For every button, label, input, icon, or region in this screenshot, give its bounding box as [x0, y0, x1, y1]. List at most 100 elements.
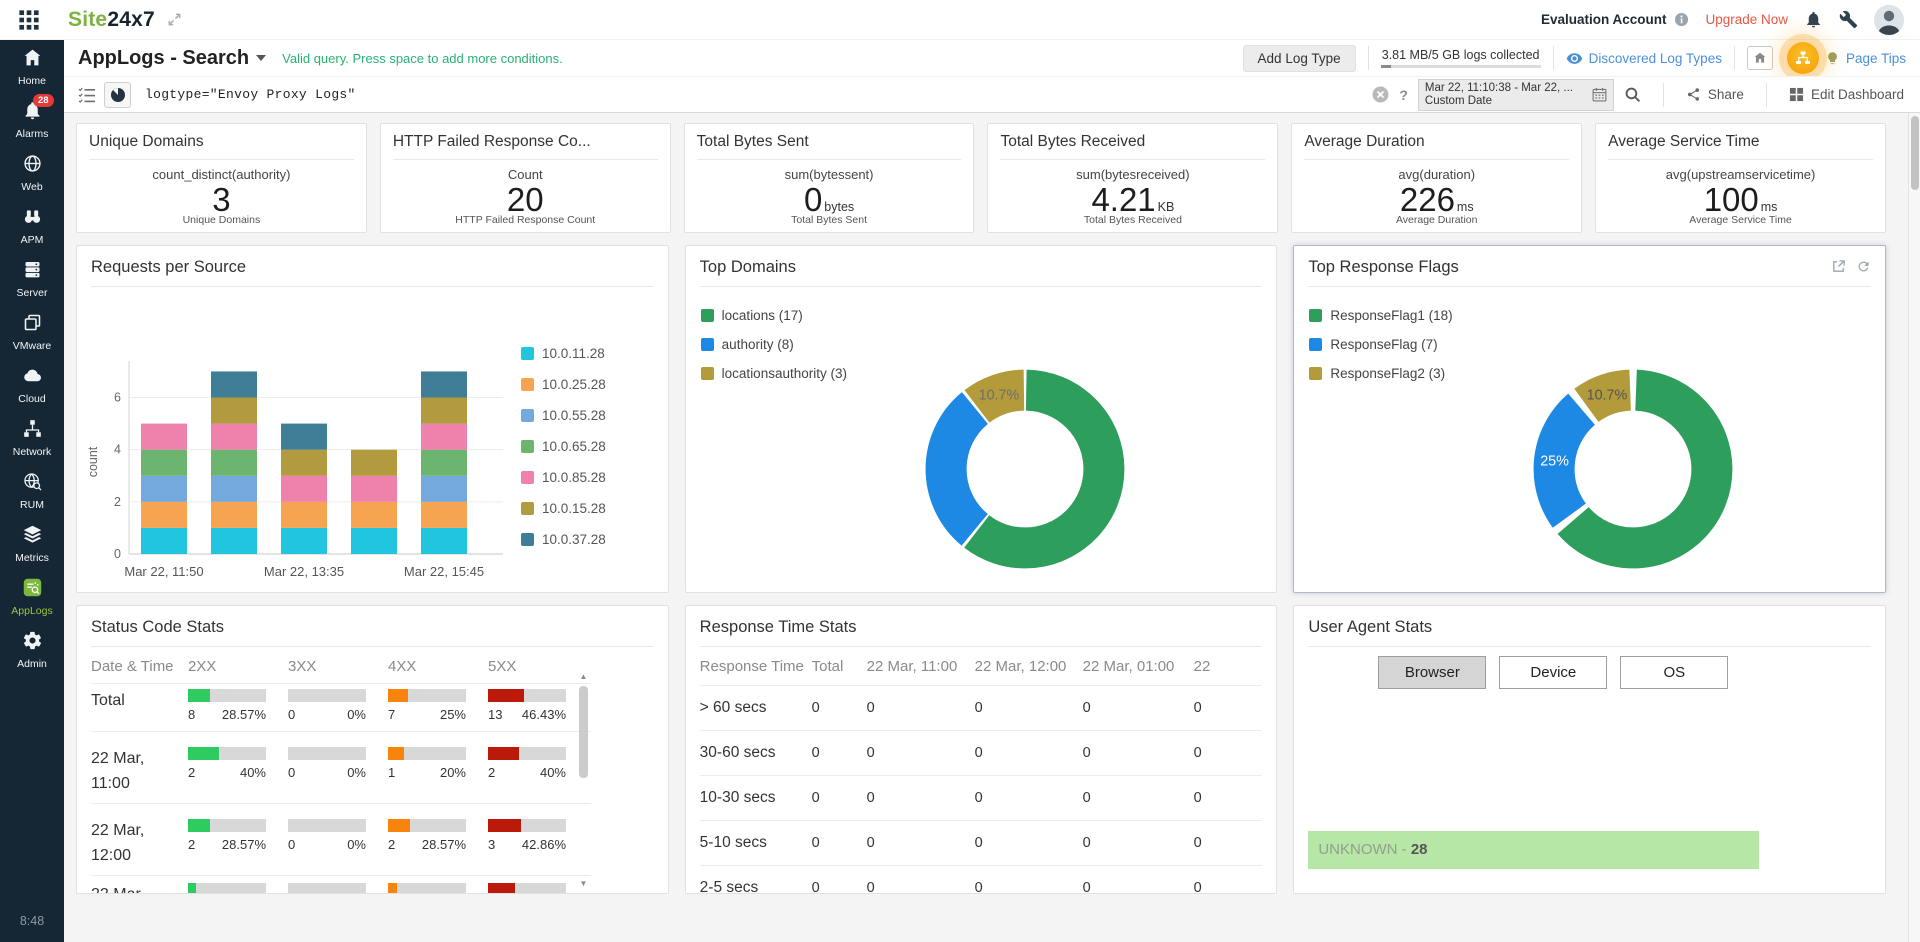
refresh-icon[interactable]	[1856, 259, 1871, 274]
sidebar-item-web[interactable]: Web	[0, 146, 64, 199]
sidebar-item-metrics[interactable]: Metrics	[0, 517, 64, 570]
legend-item-10.0.15.28[interactable]: 10.0.15.28	[521, 501, 606, 516]
site24x7-logo[interactable]: Site24x7	[68, 8, 155, 32]
scroll-down-icon[interactable]: ▼	[576, 879, 591, 889]
stat-card-average-service-time[interactable]: Average Service Timeavg(upstreamservicet…	[1595, 123, 1886, 233]
top-domains-card[interactable]: Top Domains locations (17)authority (8)l…	[685, 245, 1278, 593]
bar-segment-10.0.25.28[interactable]	[351, 502, 397, 528]
sidebar-item-server[interactable]: Server	[0, 252, 64, 305]
bar-segment-10.0.25.28[interactable]	[421, 502, 467, 528]
legend-item-10.0.55.28[interactable]: 10.0.55.28	[521, 408, 606, 423]
legend-item-10.0.25.28[interactable]: 10.0.25.28	[521, 377, 606, 392]
bar-segment-10.0.11.28[interactable]	[351, 528, 397, 554]
top-domains-donut[interactable]: 10.7%	[902, 346, 1148, 592]
legend-item-ResponseFlag[interactable]: ResponseFlag (7)	[1309, 337, 1452, 352]
top-response-flags-card[interactable]: Top Response Flags ResponseFlag1 (18)Res…	[1293, 245, 1886, 593]
legend-item-10.0.85.28[interactable]: 10.0.85.28	[521, 470, 606, 485]
legend-item-ResponseFlag1[interactable]: ResponseFlag1 (18)	[1309, 308, 1452, 323]
scroll-up-icon[interactable]: ▲	[576, 672, 591, 682]
search-icon[interactable]	[1624, 86, 1641, 103]
bar-segment-10.0.15.28[interactable]	[351, 450, 397, 476]
bar-segment-10.0.15.28[interactable]	[421, 398, 467, 424]
chart-view-button[interactable]	[104, 82, 131, 108]
legend-item-10.0.11.28[interactable]: 10.0.11.28	[521, 346, 606, 361]
edit-dashboard-button[interactable]: Edit Dashboard	[1789, 87, 1904, 102]
bar-segment-10.0.37.28[interactable]	[211, 371, 257, 397]
bar-segment-10.0.55.28[interactable]	[211, 476, 257, 502]
dashboard-home-button[interactable]	[1747, 46, 1773, 70]
bar-segment-10.0.11.28[interactable]	[281, 528, 327, 554]
add-log-type-button[interactable]: Add Log Type	[1243, 45, 1356, 72]
response-time-stats-card[interactable]: Response Time Stats Response TimeTotal22…	[685, 605, 1278, 894]
top-response-flags-donut[interactable]: 25%10.7%	[1510, 346, 1756, 592]
stat-card-total-bytes-sent[interactable]: Total Bytes Sentsum(bytessent)0bytesTota…	[684, 123, 975, 233]
ua-tab-os[interactable]: OS	[1620, 656, 1728, 689]
export-icon[interactable]	[1831, 259, 1846, 274]
sidebar-item-apm[interactable]: APM	[0, 199, 64, 252]
stat-card-http-failed-response-count[interactable]: HTTP Failed Response Co...Count20HTTP Fa…	[380, 123, 671, 233]
bar-segment-10.0.11.28[interactable]	[211, 528, 257, 554]
legend-item-10.0.37.28[interactable]: 10.0.37.28	[521, 532, 606, 547]
ua-tab-device[interactable]: Device	[1499, 656, 1607, 689]
bar-segment-10.0.85.28[interactable]	[281, 476, 327, 502]
requests-per-source-card[interactable]: Requests per Source 0246countMar 22, 11:…	[76, 245, 669, 593]
bar-segment-10.0.11.28[interactable]	[421, 528, 467, 554]
tools-wrench-icon[interactable]	[1839, 10, 1858, 29]
legend-item-locationsauthority[interactable]: locationsauthority (3)	[701, 366, 847, 381]
bar-segment-10.0.11.28[interactable]	[141, 528, 187, 554]
sidebar-item-home[interactable]: Home	[0, 40, 64, 93]
bar-segment-10.0.25.28[interactable]	[281, 502, 327, 528]
bar-segment-10.0.85.28[interactable]	[421, 424, 467, 450]
sidebar-item-network[interactable]: Network	[0, 411, 64, 464]
clear-query-icon[interactable]	[1372, 86, 1389, 103]
bar-segment-10.0.55.28[interactable]	[421, 476, 467, 502]
expand-icon[interactable]	[167, 12, 182, 27]
page-title-dropdown[interactable]: AppLogs - Search	[78, 47, 266, 70]
sidebar-item-rum[interactable]: RUM	[0, 464, 64, 517]
table-scrollbar[interactable]: ▲ ▼	[576, 672, 591, 889]
upgrade-now-link[interactable]: Upgrade Now	[1705, 12, 1788, 27]
bar-segment-10.0.15.28[interactable]	[211, 398, 257, 424]
user-avatar[interactable]	[1874, 5, 1904, 35]
sidebar-item-cloud[interactable]: Cloud	[0, 358, 64, 411]
app-launcher-icon[interactable]	[18, 9, 40, 31]
user-agent-bar-unknown[interactable]: UNKNOWN - 28	[1308, 831, 1759, 869]
share-button[interactable]: Share	[1686, 87, 1744, 102]
saved-searches-icon[interactable]	[78, 87, 96, 103]
sidebar-item-admin[interactable]: Admin	[0, 623, 64, 676]
sidebar-item-alarms[interactable]: 28Alarms	[0, 93, 64, 146]
date-range-picker[interactable]: Mar 22, 11:10:38 - Mar 22, ... Custom Da…	[1418, 79, 1614, 111]
legend-item-ResponseFlag2[interactable]: ResponseFlag2 (3)	[1309, 366, 1452, 381]
bar-segment-10.0.85.28[interactable]	[351, 476, 397, 502]
bar-segment-10.0.37.28[interactable]	[281, 424, 327, 450]
requests-per-source-chart[interactable]: 0246countMar 22, 11:50Mar 22, 13:35Mar 2…	[83, 292, 519, 588]
page-tips-link[interactable]: Page Tips	[1825, 51, 1906, 66]
guided-tour-button[interactable]	[1787, 42, 1819, 74]
stat-card-total-bytes-received[interactable]: Total Bytes Receivedsum(bytesreceived)4.…	[987, 123, 1278, 233]
stat-card-unique-domains[interactable]: Unique Domainscount_distinct(authority)3…	[76, 123, 367, 233]
info-icon[interactable]	[1674, 12, 1689, 27]
legend-item-10.0.65.28[interactable]: 10.0.65.28	[521, 439, 606, 454]
bar-segment-10.0.85.28[interactable]	[211, 424, 257, 450]
notifications-bell-icon[interactable]	[1804, 10, 1823, 29]
bar-segment-10.0.65.28[interactable]	[211, 450, 257, 476]
bar-segment-10.0.55.28[interactable]	[141, 476, 187, 502]
stat-card-average-duration[interactable]: Average Durationavg(duration)226msAverag…	[1291, 123, 1582, 233]
legend-item-authority[interactable]: authority (8)	[701, 337, 847, 352]
ua-tab-browser[interactable]: Browser	[1378, 656, 1486, 689]
discovered-log-types-link[interactable]: Discovered Log Types	[1566, 50, 1722, 67]
bar-segment-10.0.85.28[interactable]	[141, 424, 187, 450]
sidebar-item-vmware[interactable]: VMware	[0, 305, 64, 358]
bar-segment-10.0.65.28[interactable]	[141, 450, 187, 476]
bar-segment-10.0.15.28[interactable]	[281, 450, 327, 476]
bar-segment-10.0.25.28[interactable]	[211, 502, 257, 528]
legend-item-locations[interactable]: locations (17)	[701, 308, 847, 323]
page-scrollbar[interactable]	[1908, 113, 1920, 942]
scroll-thumb[interactable]	[579, 686, 588, 778]
sidebar-item-applogs[interactable]: AppLogs	[0, 570, 64, 623]
bar-segment-10.0.37.28[interactable]	[421, 371, 467, 397]
bar-segment-10.0.25.28[interactable]	[141, 502, 187, 528]
status-code-stats-card[interactable]: Status Code Stats Date & Time2XX3XX4XX5X…	[76, 605, 669, 894]
bar-segment-10.0.65.28[interactable]	[421, 450, 467, 476]
user-agent-stats-card[interactable]: User Agent Stats BrowserDeviceOS UNKNOWN…	[1293, 605, 1886, 894]
